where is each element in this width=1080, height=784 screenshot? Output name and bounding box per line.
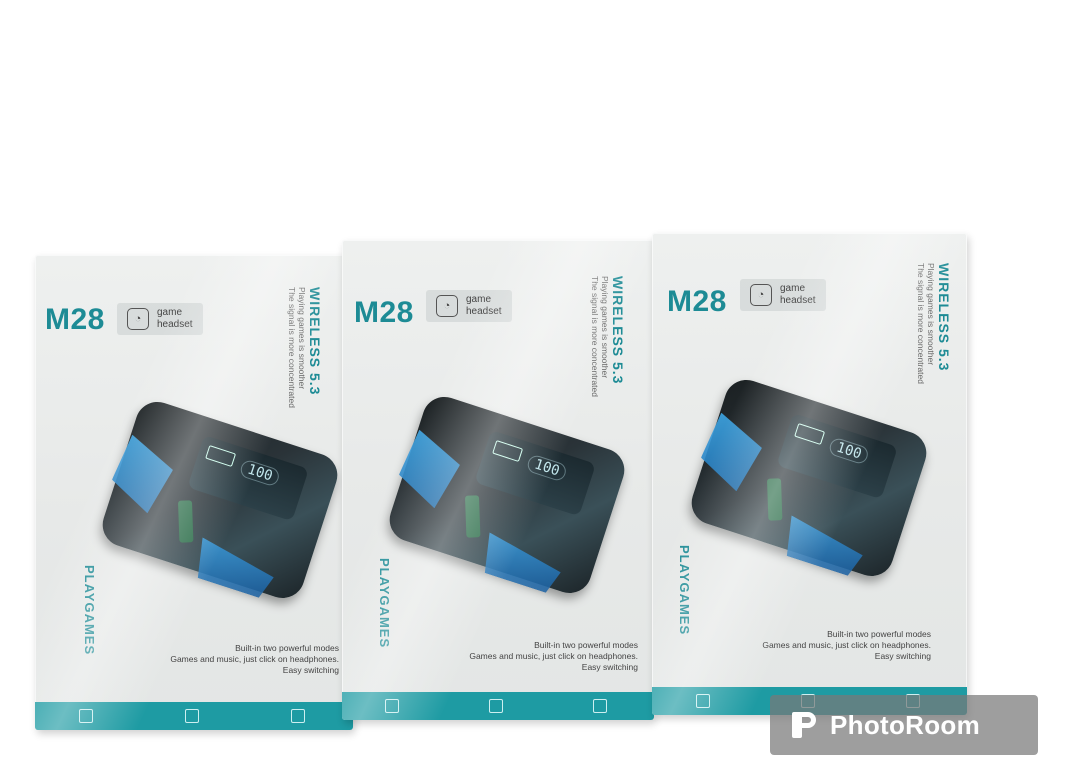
wireless-heading: WIRELESS 5.3 Playing games is smoother T… xyxy=(590,276,626,397)
features-description: Built-in two powerful modes Games and mu… xyxy=(762,629,931,662)
earphone-icon: ◔ xyxy=(436,295,458,317)
wireless-subtitle-1: Playing games is smoother xyxy=(926,263,936,366)
game-headset-tag: ◔ game headset xyxy=(426,290,512,322)
features-description: Built-in two powerful modes Games and mu… xyxy=(170,643,339,676)
mode-strip xyxy=(35,702,353,730)
desc-line-3: Easy switching xyxy=(581,662,638,672)
battery-icon xyxy=(492,440,524,463)
wireless-heading: WIRELESS 5.3 Playing games is smoother T… xyxy=(287,287,323,408)
earphone-icon: ◔ xyxy=(127,308,149,330)
wireless-subtitle-2: The signal is more concentrated xyxy=(916,263,926,384)
desc-line-2: Games and music, just click on headphone… xyxy=(170,654,339,664)
battery-icon xyxy=(205,445,237,468)
game-mode-icon xyxy=(489,699,503,713)
game-mode-icon xyxy=(185,709,199,723)
product-box-3: M28 ◔ game headset WIRELESS 5.3 Playing … xyxy=(652,233,967,715)
desc-line-1: Built-in two powerful modes xyxy=(235,643,339,653)
product-box-2: M28 ◔ game headset WIRELESS 5.3 Playing … xyxy=(342,240,654,720)
wireless-heading: WIRELESS 5.3 Playing games is smoother T… xyxy=(916,263,952,384)
wireless-subtitle-2: The signal is more concentrated xyxy=(287,287,297,408)
game-headset-tag: ◔ game headset xyxy=(117,303,203,335)
desc-line-2: Games and music, just click on headphone… xyxy=(469,651,638,661)
battery-icon xyxy=(794,423,826,446)
touch-control-icon xyxy=(291,709,305,723)
photoroom-logo-icon xyxy=(790,710,818,740)
mode-strip xyxy=(342,692,654,720)
photoroom-watermark: PhotoRoom xyxy=(770,695,1038,755)
features-description: Built-in two powerful modes Games and mu… xyxy=(469,640,638,673)
wireless-subtitle-2: The signal is more concentrated xyxy=(590,276,600,397)
wireless-title: WIRELESS 5.3 xyxy=(307,287,323,396)
earbuds-case-image: 100 xyxy=(96,396,344,604)
touch-control-icon xyxy=(593,699,607,713)
music-mode-icon xyxy=(79,709,93,723)
wireless-subtitle-1: Playing games is smoother xyxy=(600,276,610,379)
wireless-title: WIRELESS 5.3 xyxy=(610,276,626,385)
side-brand: PLAYGAMES xyxy=(82,565,97,656)
tag-label: game headset xyxy=(780,283,816,306)
model-name: M28 xyxy=(667,285,727,318)
model-name: M28 xyxy=(45,303,105,336)
wireless-title: WIRELESS 5.3 xyxy=(936,263,952,372)
earbuds-case-image: 100 xyxy=(383,391,631,599)
product-box-1: M28 ◔ game headset WIRELESS 5.3 Playing … xyxy=(35,255,353,730)
music-mode-icon xyxy=(385,699,399,713)
desc-line-2: Games and music, just click on headphone… xyxy=(762,640,931,650)
case-display: 100 xyxy=(525,453,569,483)
case-display: 100 xyxy=(827,436,871,466)
desc-line-3: Easy switching xyxy=(874,651,931,661)
model-name: M28 xyxy=(354,296,414,329)
case-display: 100 xyxy=(238,458,282,488)
game-headset-tag: ◔ game headset xyxy=(740,279,826,311)
music-mode-icon xyxy=(695,694,710,708)
wireless-subtitle-1: Playing games is smoother xyxy=(297,287,307,390)
desc-line-1: Built-in two powerful modes xyxy=(827,629,931,639)
tag-label: game headset xyxy=(157,307,193,330)
earbuds-case-image: 100 xyxy=(685,374,933,582)
side-brand: PLAYGAMES xyxy=(377,558,392,649)
desc-line-1: Built-in two powerful modes xyxy=(534,640,638,650)
side-brand: PLAYGAMES xyxy=(677,545,692,636)
tag-label: game headset xyxy=(466,294,502,317)
desc-line-3: Easy switching xyxy=(282,665,339,675)
earphone-icon: ◔ xyxy=(750,284,772,306)
watermark-text: PhotoRoom xyxy=(830,709,981,740)
